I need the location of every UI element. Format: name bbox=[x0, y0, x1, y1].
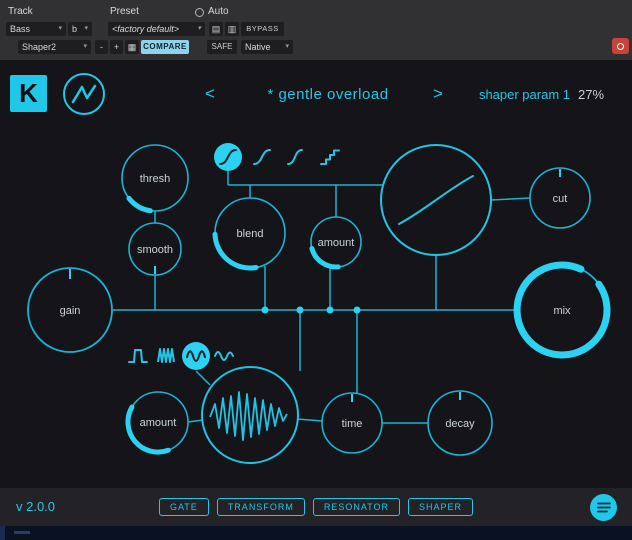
tab-resonator[interactable]: RESONATOR bbox=[312, 498, 400, 516]
shaper-curve-option-4[interactable] bbox=[320, 149, 340, 165]
knob-blend[interactable]: blend bbox=[212, 197, 286, 271]
transfer-display[interactable] bbox=[380, 144, 492, 256]
connection-line bbox=[490, 197, 531, 201]
junction-dot bbox=[326, 306, 334, 314]
knob-label: blend bbox=[237, 228, 264, 240]
plugin-window: { "chrome": { "track_label": "Track", "p… bbox=[0, 0, 632, 540]
knob-amount-top[interactable]: amount bbox=[309, 216, 362, 270]
resonator-wave-option-3-selected[interactable] bbox=[182, 342, 210, 370]
tab-shaper[interactable]: SHAPER bbox=[408, 498, 474, 516]
menu-button[interactable] bbox=[590, 494, 617, 521]
shaper-curve-option-2[interactable] bbox=[253, 149, 271, 165]
junction-dot bbox=[353, 306, 361, 314]
knob-label: thresh bbox=[140, 173, 171, 185]
knob-time[interactable]: time bbox=[321, 392, 383, 454]
daw-background-strip bbox=[0, 526, 632, 540]
knob-label: smooth bbox=[137, 244, 173, 256]
daw-strip-mark bbox=[14, 531, 30, 534]
shaper-curve-selector bbox=[214, 143, 340, 171]
resonator-wave-selector bbox=[128, 342, 234, 370]
knob-mix[interactable]: mix bbox=[513, 261, 611, 359]
knob-label: decay bbox=[445, 418, 475, 430]
resonator-wave-option-1[interactable] bbox=[128, 349, 148, 363]
tab-gate[interactable]: GATE bbox=[158, 498, 209, 516]
knob-label: time bbox=[342, 418, 363, 430]
plugin-footer: v 2.0.0 GATE TRANSFORM RESONATOR SHAPER bbox=[0, 488, 632, 526]
knob-decay[interactable]: decay bbox=[427, 390, 493, 456]
knob-label: mix bbox=[553, 305, 571, 317]
knob-label: amount bbox=[318, 237, 355, 249]
resonator-wave-option-4[interactable] bbox=[214, 351, 234, 361]
knob-label: amount bbox=[140, 417, 177, 429]
knob-gain[interactable]: gain bbox=[27, 267, 113, 353]
daw-strip-sliver bbox=[0, 526, 5, 540]
resonator-wave-option-2[interactable] bbox=[157, 348, 175, 363]
connection-line bbox=[195, 370, 211, 386]
node-graph: thresh smooth blend amount cut gain mix … bbox=[27, 143, 611, 464]
knob-label: gain bbox=[60, 305, 81, 317]
module-tabs: GATE TRANSFORM RESONATOR SHAPER bbox=[0, 498, 632, 516]
connection-line bbox=[187, 419, 204, 423]
knob-cut[interactable]: cut bbox=[529, 167, 591, 229]
knob-label: cut bbox=[553, 193, 568, 205]
connection-line bbox=[296, 418, 323, 422]
menu-lines-icon bbox=[596, 502, 611, 513]
junction-dot bbox=[296, 306, 304, 314]
knob-smooth[interactable]: smooth bbox=[128, 222, 182, 276]
shaper-curve-option-3[interactable] bbox=[287, 149, 303, 165]
knob-thresh[interactable]: thresh bbox=[121, 144, 189, 214]
resonator-display[interactable] bbox=[201, 366, 299, 464]
junction-dot bbox=[261, 306, 269, 314]
connection-lines bbox=[112, 171, 531, 424]
tab-transform[interactable]: TRANSFORM bbox=[216, 498, 305, 516]
knob-amount-bottom[interactable]: amount bbox=[125, 391, 189, 455]
shaper-curve-option-1-selected[interactable] bbox=[214, 143, 242, 171]
